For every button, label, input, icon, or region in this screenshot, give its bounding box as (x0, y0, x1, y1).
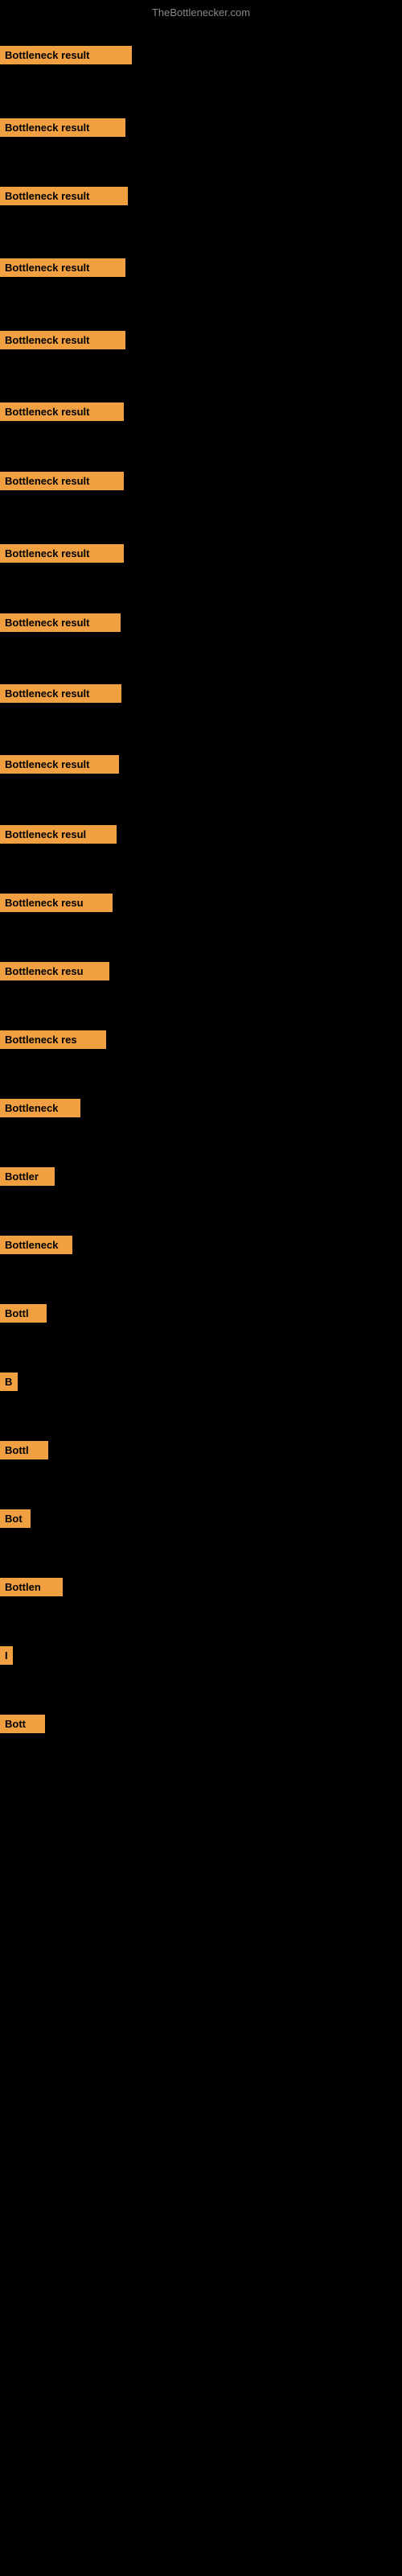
bottleneck-badge: Bottleneck (0, 1236, 72, 1254)
bottleneck-badge: Bottleneck (0, 1099, 80, 1117)
bottleneck-badge: Bottleneck result (0, 258, 125, 277)
bottleneck-badge: Bottler (0, 1167, 55, 1186)
bottleneck-badge: Bottleneck result (0, 544, 124, 563)
bottleneck-badge: Bottleneck result (0, 331, 125, 349)
bottleneck-badge: Bottleneck resu (0, 894, 113, 912)
bottleneck-badge: I (0, 1646, 13, 1665)
bottleneck-badge: Bottleneck res (0, 1030, 106, 1049)
bottleneck-badge: Bottleneck resul (0, 825, 117, 844)
bottleneck-badge: Bottleneck result (0, 46, 132, 64)
bottleneck-badge: Bottlen (0, 1578, 63, 1596)
bottleneck-badge: Bottl (0, 1441, 48, 1459)
bottleneck-badge: Bottleneck result (0, 755, 119, 774)
bottleneck-badge: Bottleneck result (0, 118, 125, 137)
bottleneck-badge: B (0, 1373, 18, 1391)
bottleneck-badge: Bottleneck result (0, 402, 124, 421)
bottleneck-badge: Bottleneck resu (0, 962, 109, 980)
bottleneck-badge: Bottleneck result (0, 684, 121, 703)
bottleneck-badge: Bott (0, 1715, 45, 1733)
bottleneck-badge: Bottleneck result (0, 613, 121, 632)
bottleneck-badge: Bottleneck result (0, 187, 128, 205)
bottleneck-badge: Bottleneck result (0, 472, 124, 490)
bottleneck-badge: Bot (0, 1509, 31, 1528)
bottleneck-badge: Bottl (0, 1304, 47, 1323)
site-title: TheBottlenecker.com (152, 6, 250, 19)
